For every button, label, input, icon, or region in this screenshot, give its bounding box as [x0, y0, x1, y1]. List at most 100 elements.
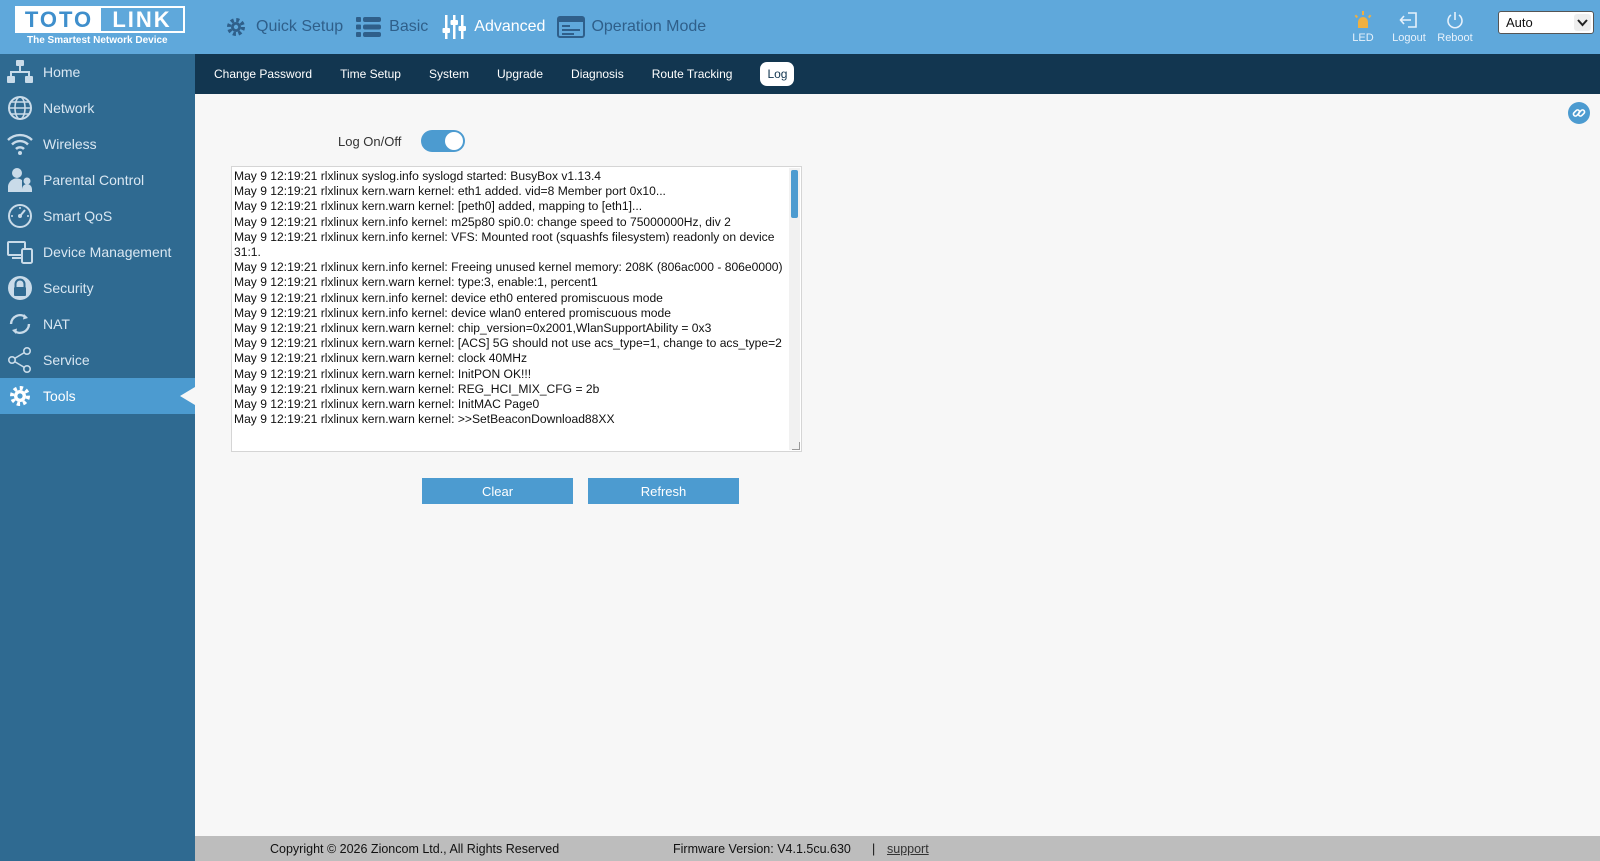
log-line: May 9 12:19:21 rlxlinux kern.warn kernel…	[234, 381, 600, 396]
logo-text-right: LINK	[112, 7, 172, 32]
topnav-label: Operation Mode	[591, 18, 707, 35]
tab-time-setup[interactable]: Time Setup	[340, 67, 401, 81]
sidebar-item-security[interactable]: Security	[0, 270, 195, 306]
tab-diagnosis[interactable]: Diagnosis	[571, 67, 624, 81]
log-toggle-switch[interactable]	[421, 130, 465, 152]
sidebar-item-tools[interactable]: Tools	[0, 378, 195, 414]
log-line: May 9 12:19:21 rlxlinux syslog.info sysl…	[234, 169, 602, 183]
sidebar-item-network[interactable]: Network	[0, 90, 195, 126]
logo-text-left: TOTO	[17, 8, 101, 32]
sidebar-item-label: Security	[43, 280, 94, 296]
sidebar-item-wireless[interactable]: Wireless	[0, 126, 195, 162]
footer-separator: |	[872, 842, 876, 856]
refresh-button[interactable]: Refresh	[588, 478, 739, 504]
log-line: May 9 12:19:21 rlxlinux kern.warn kernel…	[234, 321, 712, 336]
sidebar-item-label: Service	[43, 352, 90, 368]
log-textarea[interactable]: May 9 12:19:21 rlxlinux syslog.info sysl…	[231, 166, 802, 452]
sub-navigation: Change Password Time Setup System Upgrad…	[195, 54, 1600, 94]
sliders-icon	[440, 13, 468, 41]
sidebar-item-label: NAT	[43, 316, 70, 332]
sidebar-item-label: Device Management	[43, 244, 172, 260]
logout-label: Logout	[1392, 32, 1426, 44]
topnav-advanced[interactable]: Advanced	[440, 13, 545, 41]
sidebar-item-smart-qos[interactable]: Smart QoS	[0, 198, 195, 234]
tab-system[interactable]: System	[429, 67, 469, 81]
tab-upgrade[interactable]: Upgrade	[497, 67, 543, 81]
sidebar-item-service[interactable]: Service	[0, 342, 195, 378]
topnav-label: Quick Setup	[256, 18, 344, 35]
chevron-down-icon	[1574, 14, 1591, 31]
led-button[interactable]: LED	[1340, 8, 1386, 44]
devices-icon	[6, 238, 34, 266]
tab-log[interactable]: Log	[760, 62, 795, 86]
list-icon	[355, 13, 383, 41]
sidebar-item-parental-control[interactable]: Parental Control	[0, 162, 195, 198]
log-line: May 9 12:19:21 rlxlinux kern.info kernel…	[234, 290, 663, 305]
sidebar-item-label: Network	[43, 100, 95, 116]
language-selected-value: Auto	[1506, 15, 1533, 30]
resize-grip-icon[interactable]	[792, 442, 800, 450]
lock-icon	[6, 274, 34, 302]
tab-route-tracking[interactable]: Route Tracking	[652, 67, 733, 81]
led-label: LED	[1352, 32, 1374, 44]
sidebar-item-home[interactable]: Home	[0, 54, 195, 90]
log-line: May 9 12:19:21 rlxlinux kern.warn kernel…	[234, 366, 532, 381]
reboot-button[interactable]: Reboot	[1432, 8, 1478, 44]
sidebar-item-label: Parental Control	[43, 172, 145, 188]
top-tools: LED Logout Reboot	[1340, 8, 1478, 44]
footer: Copyright © 2026 Zioncom Ltd., All Right…	[195, 836, 1600, 861]
topnav-quick-setup[interactable]: Quick Setup	[222, 13, 343, 41]
sidebar-item-label: Tools	[43, 388, 76, 404]
log-line: May 9 12:19:21 rlxlinux kern.info kernel…	[234, 214, 731, 229]
log-line: May 9 12:19:21 rlxlinux kern.warn kernel…	[234, 184, 666, 199]
support-link[interactable]: support	[887, 842, 929, 856]
log-line: May 9 12:19:21 rlxlinux kern.warn kernel…	[234, 412, 615, 427]
sidebar-item-label: Smart QoS	[43, 208, 113, 224]
logo-tagline: The Smartest Network Device	[27, 35, 168, 46]
logo-box: TOTO LINK	[15, 6, 185, 33]
link-icon[interactable]	[1568, 102, 1590, 124]
log-line: May 9 12:19:21 rlxlinux kern.info kernel…	[234, 305, 671, 320]
log-line: May 9 12:19:21 rlxlinux kern.info kernel…	[234, 260, 783, 275]
firmware-version: Firmware Version: V4.1.5cu.630	[673, 842, 851, 856]
sidebar: Home Network Wireless Parental Control S…	[0, 54, 195, 861]
log-line: May 9 12:19:21 rlxlinux kern.warn kernel…	[234, 199, 643, 214]
wifi-icon	[6, 130, 34, 158]
top-navigation: Quick Setup Basic Advanced Operation Mod…	[222, 0, 718, 54]
log-scrollbar[interactable]	[789, 168, 800, 450]
tab-change-password[interactable]: Change Password	[214, 67, 312, 81]
sidebar-item-device-management[interactable]: Device Management	[0, 234, 195, 270]
language-select[interactable]: Auto	[1498, 11, 1594, 34]
logout-button[interactable]: Logout	[1386, 8, 1432, 44]
log-toggle-label: Log On/Off	[338, 134, 402, 149]
share-icon	[6, 346, 34, 374]
sidebar-item-label: Wireless	[43, 136, 97, 152]
sidebar-item-nat[interactable]: NAT	[0, 306, 195, 342]
topnav-operation-mode[interactable]: Operation Mode	[557, 13, 706, 41]
totolink-logo[interactable]: TOTO LINK The Smartest Network Device	[15, 6, 185, 48]
clear-button[interactable]: Clear	[422, 478, 573, 504]
log-line: May 9 12:19:21 rlxlinux kern.warn kernel…	[234, 336, 782, 351]
gear-icon	[6, 382, 34, 410]
log-lines: May 9 12:19:21 rlxlinux syslog.info sysl…	[234, 169, 790, 427]
scrollbar-thumb[interactable]	[791, 170, 798, 218]
topnav-label: Advanced	[474, 18, 546, 35]
log-line: May 9 12:19:21 rlxlinux kern.warn kernel…	[234, 351, 528, 366]
mode-icon	[557, 13, 586, 41]
top-header: TOTO LINK The Smartest Network Device Qu…	[0, 0, 1600, 54]
speedometer-icon	[6, 202, 34, 230]
topnav-basic[interactable]: Basic	[355, 13, 428, 41]
logout-icon	[1386, 8, 1432, 32]
reboot-label: Reboot	[1437, 32, 1473, 44]
sidebar-item-label: Home	[43, 64, 81, 80]
gear-icon	[222, 13, 250, 41]
log-line: May 9 12:19:21 rlxlinux kern.warn kernel…	[234, 397, 540, 412]
led-icon	[1340, 8, 1386, 32]
toggle-knob	[445, 132, 463, 150]
log-line: May 9 12:19:21 rlxlinux kern.warn kernel…	[234, 275, 598, 290]
home-network-icon	[6, 58, 34, 86]
log-line: May 9 12:19:21 rlxlinux kern.info kernel…	[234, 229, 775, 260]
power-icon	[1432, 8, 1478, 32]
parent-child-icon	[6, 166, 34, 194]
globe-icon	[6, 94, 34, 122]
